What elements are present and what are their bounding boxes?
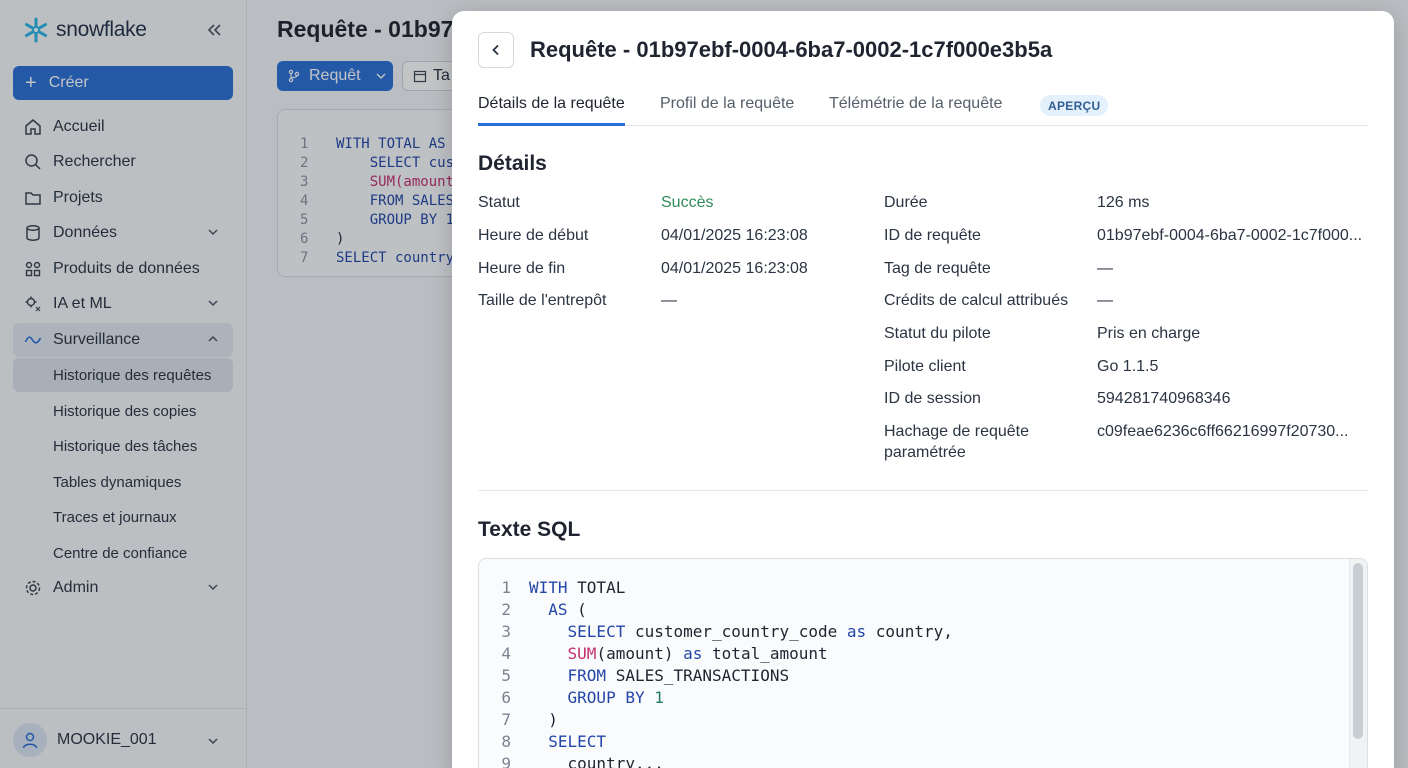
preview-badge: APERÇU <box>1040 95 1109 116</box>
detail-value-credits: — <box>1097 292 1113 309</box>
detail-label-driver-status: Statut du pilote <box>884 325 991 342</box>
details-heading: Détails <box>478 152 547 175</box>
code-line: 4 SUM (amount) as total_amount <box>501 643 828 663</box>
section-divider <box>478 490 1368 491</box>
code-line: 3 SELECT customer_country_code as countr… <box>501 621 953 641</box>
detail-value-query-tag: — <box>1097 260 1113 277</box>
tab-query-profile[interactable]: Profil de la requête <box>660 95 794 126</box>
detail-value-client-driver: Go 1.1.5 <box>1097 358 1159 375</box>
tab-query-telemetry[interactable]: Télémétrie de la requête <box>829 95 1002 126</box>
code-line: 1 WITH TOTAL <box>501 577 626 597</box>
detail-label-start-time: Heure de début <box>478 227 589 244</box>
scrollbar-thumb[interactable] <box>1353 563 1363 739</box>
code-line: 6 GROUP BY 1 <box>501 687 664 707</box>
query-details-panel: Requête - 01b97ebf-0004-6ba7-0002-1c7f00… <box>452 11 1394 768</box>
detail-label-param-hash-line2: paramétrée <box>884 444 966 461</box>
chevron-left-icon <box>492 44 499 56</box>
tab-bar: Détails de la requête Profil de la requê… <box>478 95 1368 126</box>
detail-label-end-time: Heure de fin <box>478 260 566 277</box>
code-line: 9 country... <box>501 753 664 768</box>
detail-label-query-id: ID de requête <box>884 227 981 244</box>
detail-label-warehouse-size: Taille de l'entrepôt <box>478 292 607 309</box>
sql-text-heading: Texte SQL <box>478 518 581 541</box>
code-line: 5 FROM SALES_TRANSACTIONS <box>501 665 790 685</box>
detail-label-status: Statut <box>478 194 520 211</box>
tab-query-details[interactable]: Détails de la requête <box>478 95 625 126</box>
detail-value-start-time: 04/01/2025 16:23:08 <box>661 227 808 244</box>
code-line: 7 ) <box>501 709 558 729</box>
detail-label-credits: Crédits de calcul attribués <box>884 292 1069 309</box>
detail-value-status: Succès <box>661 194 714 211</box>
detail-value-session-id: 594281740968346 <box>1097 390 1231 407</box>
detail-label-query-tag: Tag de requête <box>884 260 991 277</box>
panel-title: Requête - 01b97ebf-0004-6ba7-0002-1c7f00… <box>530 37 1053 62</box>
detail-label-param-hash: Hachage de requête <box>884 423 1029 440</box>
detail-value-driver-status: Pris en charge <box>1097 325 1201 342</box>
detail-label-duration: Durée <box>884 194 928 211</box>
detail-value-end-time: 04/01/2025 16:23:08 <box>661 260 808 277</box>
detail-label-client-driver: Pilote client <box>884 358 966 375</box>
sql-code-block[interactable]: 1 WITH TOTAL 2 AS ( 3 SELECT customer_cou… <box>478 558 1368 768</box>
back-button[interactable] <box>478 32 514 68</box>
code-line: 8 SELECT <box>501 731 607 751</box>
detail-value-query-id[interactable]: 01b97ebf-0004-6ba7-0002-1c7f000... <box>1097 227 1362 245</box>
detail-value-param-hash: c09feae6236c6ff66216997f20730... <box>1097 423 1349 440</box>
detail-label-session-id: ID de session <box>884 390 981 407</box>
detail-value-duration: 126 ms <box>1097 194 1150 211</box>
code-line: 2 AS ( <box>501 599 587 619</box>
detail-value-warehouse-size: — <box>661 292 677 309</box>
